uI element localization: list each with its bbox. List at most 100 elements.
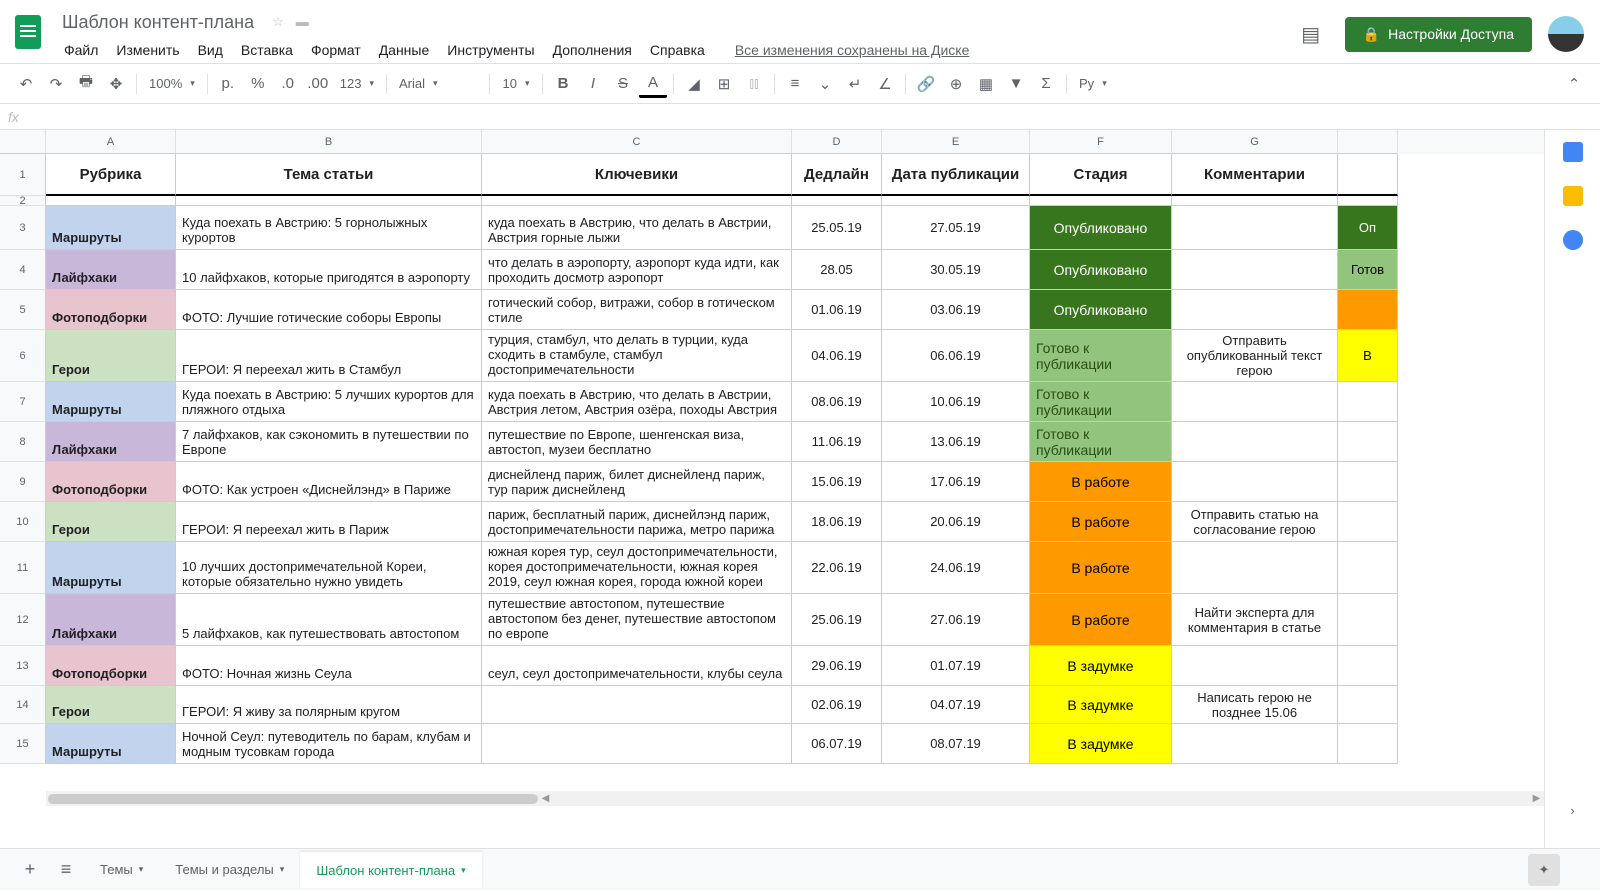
extra-cell[interactable] [1338, 542, 1398, 594]
comment-cell[interactable]: Написать герою не позднее 15.06 [1172, 686, 1338, 724]
status-cell[interactable]: В работе [1030, 502, 1172, 542]
row-header-1[interactable]: 1 [0, 154, 46, 196]
column-header-B[interactable]: B [176, 130, 482, 154]
cell[interactable] [882, 196, 1030, 206]
comment-cell[interactable] [1172, 250, 1338, 290]
comment-cell[interactable] [1172, 422, 1338, 462]
status-cell[interactable]: Готово к публикации [1030, 330, 1172, 382]
keywords-cell[interactable]: сеул, сеул достопримечательности, клубы … [482, 646, 792, 686]
comment-cell[interactable] [1172, 724, 1338, 764]
font-select[interactable]: Arial [393, 70, 483, 98]
deadline-cell[interactable]: 08.06.19 [792, 382, 882, 422]
fill-color-button[interactable]: ◢ [680, 70, 708, 98]
keywords-cell[interactable]: куда поехать в Австрию, что делать в Авс… [482, 382, 792, 422]
extra-cell[interactable]: Оп [1338, 206, 1398, 250]
select-all-corner[interactable] [0, 130, 46, 154]
horizontal-scrollbar[interactable]: ◀▶ [46, 791, 1544, 806]
side-panel-toggle[interactable]: › [1570, 803, 1574, 818]
comment-cell[interactable]: Найти эксперта для комментария в статье [1172, 594, 1338, 646]
font-size-select[interactable]: 10 [496, 70, 536, 98]
pubdate-cell[interactable]: 17.06.19 [882, 462, 1030, 502]
status-cell[interactable]: В задумке [1030, 686, 1172, 724]
topic-cell[interactable]: Ночной Сеул: путеводитель по барам, клуб… [176, 724, 482, 764]
cell[interactable] [792, 196, 882, 206]
header-cell-F[interactable]: Стадия [1030, 154, 1172, 196]
extra-cell[interactable]: Готов [1338, 250, 1398, 290]
deadline-cell[interactable]: 28.05 [792, 250, 882, 290]
deadline-cell[interactable]: 25.06.19 [792, 594, 882, 646]
deadline-cell[interactable]: 18.06.19 [792, 502, 882, 542]
topic-cell[interactable]: ФОТО: Ночная жизнь Сеула [176, 646, 482, 686]
status-cell[interactable]: В работе [1030, 542, 1172, 594]
menu-справка[interactable]: Справка [642, 38, 713, 62]
calendar-icon[interactable] [1563, 142, 1583, 162]
pubdate-cell[interactable]: 24.06.19 [882, 542, 1030, 594]
status-cell[interactable]: Опубликовано [1030, 290, 1172, 330]
rubric-cell[interactable]: Лайфхаки [46, 594, 176, 646]
decrease-decimal-button[interactable]: .0 [274, 70, 302, 98]
rubric-cell[interactable]: Герои [46, 686, 176, 724]
comment-cell[interactable]: Отправить опубликованный текст герою [1172, 330, 1338, 382]
menu-инструменты[interactable]: Инструменты [439, 38, 542, 62]
keywords-cell[interactable]: диснейленд париж, билет диснейленд париж… [482, 462, 792, 502]
pubdate-cell[interactable]: 06.06.19 [882, 330, 1030, 382]
print-button[interactable]: 🖶 [72, 70, 100, 98]
zoom-select[interactable]: 100% [143, 70, 201, 98]
doc-title[interactable]: Шаблон контент-плана [56, 10, 260, 35]
keep-icon[interactable] [1563, 186, 1583, 206]
topic-cell[interactable]: 10 лайфхаков, которые пригодятся в аэроп… [176, 250, 482, 290]
status-cell[interactable]: В задумке [1030, 724, 1172, 764]
deadline-cell[interactable]: 06.07.19 [792, 724, 882, 764]
status-cell[interactable]: В работе [1030, 462, 1172, 502]
tasks-icon[interactable] [1563, 230, 1583, 250]
row-header-5[interactable]: 5 [0, 290, 46, 330]
extra-cell[interactable] [1338, 646, 1398, 686]
rubric-cell[interactable]: Герои [46, 502, 176, 542]
keywords-cell[interactable]: южная корея тур, сеул достопримечательно… [482, 542, 792, 594]
status-cell[interactable]: В задумке [1030, 646, 1172, 686]
rubric-cell[interactable]: Лайфхаки [46, 422, 176, 462]
keywords-cell[interactable] [482, 724, 792, 764]
rubric-cell[interactable]: Маршруты [46, 542, 176, 594]
row-header-10[interactable]: 10 [0, 502, 46, 542]
extra-cell[interactable] [1338, 686, 1398, 724]
deadline-cell[interactable]: 29.06.19 [792, 646, 882, 686]
cell[interactable] [1338, 196, 1398, 206]
text-color-button[interactable]: A [639, 70, 667, 98]
functions-button[interactable]: Σ [1032, 70, 1060, 98]
extra-cell[interactable] [1338, 462, 1398, 502]
menu-файл[interactable]: Файл [56, 38, 106, 62]
halign-button[interactable]: ≡ [781, 70, 809, 98]
comment-cell[interactable] [1172, 462, 1338, 502]
rubric-cell[interactable]: Маршруты [46, 382, 176, 422]
topic-cell[interactable]: ГЕРОИ: Я переехал жить в Париж [176, 502, 482, 542]
extra-cell[interactable] [1338, 422, 1398, 462]
rubric-cell[interactable]: Фотоподборки [46, 462, 176, 502]
status-cell[interactable]: В работе [1030, 594, 1172, 646]
pubdate-cell[interactable]: 08.07.19 [882, 724, 1030, 764]
comment-cell[interactable] [1172, 646, 1338, 686]
pubdate-cell[interactable]: 27.06.19 [882, 594, 1030, 646]
merge-button[interactable]: ⫾⫾ [740, 70, 768, 98]
menu-формат[interactable]: Формат [303, 38, 369, 62]
keywords-cell[interactable]: что делать в аэропорту, аэропорт куда ид… [482, 250, 792, 290]
keywords-cell[interactable]: готический собор, витражи, собор в готич… [482, 290, 792, 330]
topic-cell[interactable]: 10 лучших достопримечательной Кореи, кот… [176, 542, 482, 594]
extra-cell[interactable] [1338, 290, 1398, 330]
share-button[interactable]: 🔒 Настройки Доступа [1345, 17, 1532, 52]
row-header-3[interactable]: 3 [0, 206, 46, 250]
extra-cell[interactable] [1338, 382, 1398, 422]
save-status[interactable]: Все изменения сохранены на Диске [735, 42, 970, 58]
pubdate-cell[interactable]: 01.07.19 [882, 646, 1030, 686]
row-header-11[interactable]: 11 [0, 542, 46, 594]
user-avatar[interactable] [1548, 16, 1584, 52]
paint-format-button[interactable]: ✥ [102, 70, 130, 98]
keywords-cell[interactable]: париж, бесплатный париж, диснейлэнд пари… [482, 502, 792, 542]
extra-cell[interactable]: В [1338, 330, 1398, 382]
format-select[interactable]: 123 [334, 70, 380, 98]
comment-cell[interactable] [1172, 542, 1338, 594]
percent-button[interactable]: % [244, 70, 272, 98]
valign-button[interactable]: ⌄ [811, 70, 839, 98]
increase-decimal-button[interactable]: .00 [304, 70, 332, 98]
column-header-G[interactable]: G [1172, 130, 1338, 154]
